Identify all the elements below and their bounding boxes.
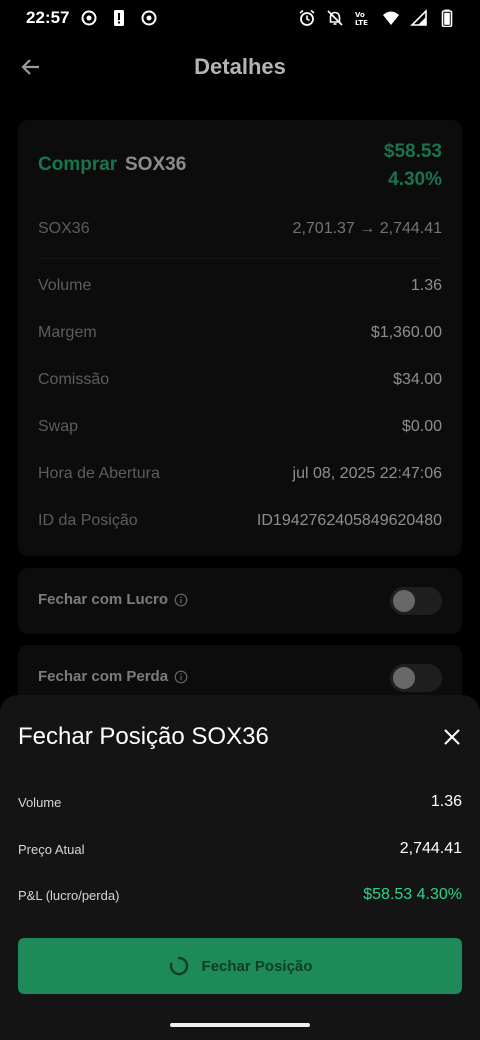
pnl-amount: $58.53 (383, 141, 442, 162)
detail-label: Volume (38, 277, 92, 294)
detail-label: Swap (38, 418, 79, 435)
sheet-row-label: Preço Atual (18, 842, 85, 857)
svg-text:Vo: Vo (355, 11, 365, 19)
detail-row: Margem $1,360.00 (38, 324, 442, 346)
take-profit-toggle[interactable] (390, 587, 442, 615)
wifi-icon (383, 11, 399, 25)
sheet-row: Volume 1.36 (18, 793, 462, 815)
detail-row: Hora de Abertura jul 08, 2025 22:47:06 (38, 465, 442, 487)
close-position-button[interactable]: Fechar Posição (18, 938, 462, 994)
position-symbol: SOX36 (125, 154, 187, 175)
take-profit-text: Fechar com Lucro (38, 591, 169, 608)
detail-row: Volume 1.36 (38, 277, 442, 299)
detail-value: $0.00 (401, 418, 442, 435)
position-side: Comprar (38, 154, 118, 175)
status-time: 22:57 (26, 8, 70, 27)
battery-icon (441, 9, 453, 27)
sheet-pnl-value: $58.53 4.30% (363, 886, 462, 903)
close-button[interactable] (438, 723, 466, 751)
sheet-row-label: Volume (18, 795, 62, 810)
bell-off-icon (327, 10, 343, 26)
battery-alert-icon (114, 10, 124, 26)
svg-text:LTE: LTE (355, 19, 368, 27)
home-indicator[interactable] (170, 1023, 310, 1027)
info-icon[interactable] (174, 593, 188, 607)
status-right-icons: Vo LTE (298, 9, 456, 27)
sheet-row-label: P&L (lucro/perda) (18, 888, 120, 903)
sheet-row-value: 2,744.41 (399, 840, 462, 857)
sheet-title: Fechar Posição SOX36 (18, 723, 269, 750)
position-summary-card: Comprar SOX36 $58.53 4.30% SOX36 2,701.3… (18, 120, 462, 556)
close-position-label: Fechar Posição (201, 957, 313, 975)
detail-value: $1,360.00 (370, 324, 442, 341)
detail-row: ID da Posição ID1942762405849620480 (38, 512, 442, 534)
detail-value: 1.36 (410, 277, 442, 294)
pnl-percent: 4.30% (388, 169, 442, 190)
detail-label: Margem (38, 324, 97, 341)
price-value: 2,701.37 → 2,744.41 (292, 220, 442, 237)
toggle-knob (393, 590, 415, 612)
sheet-row-value: 1.36 (430, 793, 462, 810)
top-bar: Detalhes (0, 40, 480, 96)
signal-icon (410, 9, 427, 26)
close-icon (444, 729, 460, 745)
loading-spinner-icon (169, 956, 188, 976)
detail-label: Comissão (38, 371, 110, 388)
detail-row: Swap $0.00 (38, 418, 442, 440)
notification-dot-icon (141, 10, 157, 26)
stop-loss-text: Fechar com Perda (38, 668, 169, 685)
page-title: Detalhes (194, 54, 286, 79)
status-left-icons (80, 9, 158, 27)
notification-dot-icon (81, 10, 97, 26)
detail-label: Hora de Abertura (38, 465, 160, 482)
detail-value: ID1942762405849620480 (256, 512, 442, 529)
detail-label: ID da Posição (38, 512, 138, 529)
detail-value: jul 08, 2025 22:47:06 (292, 465, 442, 482)
sheet-row: P&L (lucro/perda) $58.53 4.30% (18, 886, 462, 908)
close-position-sheet: Fechar Posição SOX36 Volume 1.36 Preço A… (0, 695, 480, 1040)
detail-value: $34.00 (393, 371, 442, 388)
alarm-icon (299, 9, 315, 26)
stop-loss-label: Fechar com Perda (38, 668, 188, 685)
position-header: Comprar SOX36 $58.53 4.30% (38, 138, 442, 198)
detail-row: Comissão $34.00 (38, 371, 442, 393)
stop-loss-toggle[interactable] (390, 664, 442, 692)
info-icon[interactable] (174, 670, 188, 684)
sheet-row: Preço Atual 2,744.41 (18, 840, 462, 862)
take-profit-label: Fechar com Lucro (38, 591, 188, 608)
toggle-knob (393, 667, 415, 689)
take-profit-card: Fechar com Lucro (18, 568, 462, 634)
divider (38, 258, 442, 259)
volte-icon: VoLTE (355, 11, 368, 27)
price-label: SOX36 (38, 220, 90, 237)
status-bar: 22:57 Vo LTE (0, 0, 480, 36)
